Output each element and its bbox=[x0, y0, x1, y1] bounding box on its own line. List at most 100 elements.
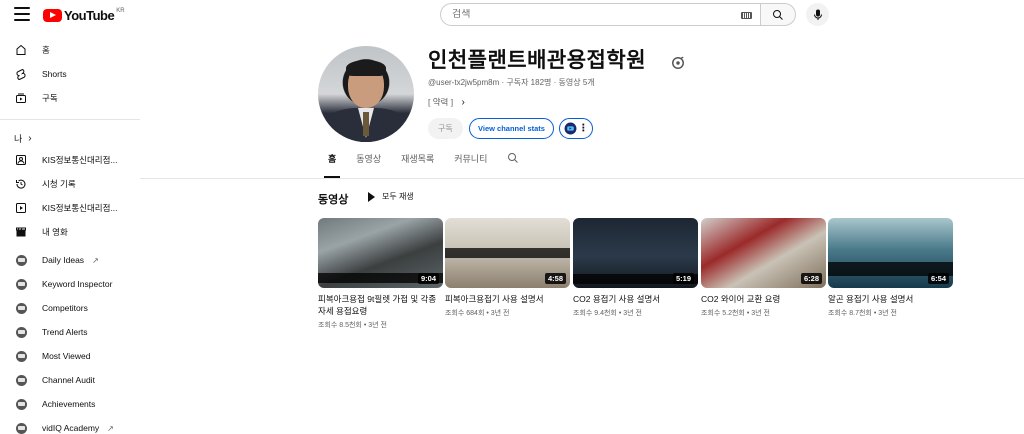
video-icon bbox=[14, 201, 28, 215]
sidebar-item-label: KIS정보통신대리점... bbox=[42, 203, 118, 213]
vidiq-icon bbox=[15, 326, 27, 338]
sidebar-item-your-channel[interactable]: KIS정보통신대리점... bbox=[0, 148, 140, 172]
sidebar-item-label: 구독 bbox=[42, 93, 58, 103]
vidiq-badge-icon[interactable] bbox=[671, 56, 685, 70]
video-meta: 조회수 5.2천회 • 3년 전 bbox=[701, 310, 770, 317]
vidiq-icon bbox=[15, 374, 27, 386]
sidebar-item-achievements[interactable]: Achievements bbox=[0, 392, 140, 416]
external-link-icon: ↗ bbox=[107, 423, 114, 433]
video-card[interactable]: 6:28 CO2 와이어 교환 요령 조회수 5.2천회 • 3년 전 bbox=[701, 218, 826, 318]
vidiq-icon bbox=[15, 350, 27, 362]
sidebar-item-subscriptions[interactable]: 구독 bbox=[0, 86, 140, 110]
vidiq-icon bbox=[564, 122, 577, 135]
vidiq-icon bbox=[15, 278, 27, 290]
sidebar-item-history[interactable]: 시청 기록 bbox=[0, 172, 140, 196]
video-title[interactable]: 피복아크용접기 사용 설명서 bbox=[445, 293, 570, 305]
tabs-divider bbox=[140, 178, 1024, 179]
play-all-button[interactable]: 모두 재생 bbox=[368, 191, 414, 202]
vidiq-more-button[interactable]: ⋮ bbox=[559, 118, 593, 139]
video-card[interactable]: 5:19 CO2 용접기 사용 설명서 조회수 9.4천회 • 3년 전 bbox=[573, 218, 698, 318]
subscriptions-icon bbox=[14, 91, 28, 105]
search-button[interactable] bbox=[760, 3, 796, 26]
view-channel-stats-button[interactable]: View channel stats bbox=[469, 118, 554, 139]
video-card[interactable]: 9:04 피복아크용접 9t필렛 가접 및 각종자세 용접요령 조회수 8.5천… bbox=[318, 218, 443, 330]
video-count: 동영상 5개 bbox=[558, 78, 595, 87]
video-title[interactable]: 알곤 용접기 사용 설명서 bbox=[828, 293, 953, 305]
sidebar-item-label: Daily Ideas bbox=[42, 255, 85, 265]
youtube-logo[interactable]: YouTube KR bbox=[43, 8, 125, 23]
top-bar: YouTube KR bbox=[0, 0, 1024, 30]
tab-home[interactable]: 홈 bbox=[318, 152, 346, 178]
external-link-icon: ↗ bbox=[92, 255, 99, 265]
video-title[interactable]: CO2 와이어 교환 요령 bbox=[701, 293, 826, 305]
tab-community[interactable]: 커뮤니티 bbox=[444, 152, 497, 178]
tab-playlists[interactable]: 재생목록 bbox=[391, 152, 444, 178]
video-thumbnail[interactable]: 4:58 bbox=[445, 218, 570, 288]
about-text: [ 약력 ] bbox=[428, 97, 454, 107]
search-input[interactable] bbox=[452, 9, 722, 20]
sidebar-item-home[interactable]: 홈 bbox=[0, 38, 140, 62]
sidebar-item-your-videos[interactable]: KIS정보통신대리점... bbox=[0, 196, 140, 220]
channel-meta: @user-tx2jw5pm8m · 구독자 182명 · 동영상 5개 bbox=[428, 78, 595, 87]
play-icon bbox=[368, 191, 375, 202]
channel-handle: @user-tx2jw5pm8m bbox=[428, 78, 500, 87]
sidebar-item-label: Achievements bbox=[42, 399, 96, 409]
video-title[interactable]: 피복아크용접 9t필렛 가접 및 각종자세 용접요령 bbox=[318, 293, 443, 317]
sidebar-item-channel-audit[interactable]: Channel Audit bbox=[0, 368, 140, 392]
video-thumbnail[interactable]: 5:19 bbox=[573, 218, 698, 288]
video-card[interactable]: 4:58 피복아크용접기 사용 설명서 조회수 684회 • 3년 전 bbox=[445, 218, 570, 318]
sidebar-item-shorts[interactable]: Shorts bbox=[0, 62, 140, 86]
sidebar-item-vidiq-academy[interactable]: vidIQ Academy ↗ bbox=[0, 416, 140, 434]
sidebar-item-label: Most Viewed bbox=[42, 351, 91, 361]
video-duration: 6:28 bbox=[800, 273, 822, 284]
video-meta: 조회수 684회 • 3년 전 bbox=[445, 310, 510, 317]
sidebar-divider bbox=[0, 119, 140, 120]
keyboard-icon[interactable] bbox=[741, 12, 752, 19]
channel-about[interactable]: [ 약력 ] › bbox=[428, 96, 465, 108]
sidebar-item-label: Shorts bbox=[42, 69, 67, 79]
channel-search-icon[interactable] bbox=[507, 152, 519, 164]
sidebar-item-label: 시청 기록 bbox=[42, 179, 76, 189]
channel-tabs: 홈 동영상 재생목록 커뮤니티 bbox=[318, 152, 519, 178]
channel-title: 인천플랜트배관용접학원 bbox=[428, 49, 647, 72]
vidiq-icon bbox=[15, 422, 27, 434]
sidebar-section-you[interactable]: 나 › bbox=[0, 128, 140, 148]
video-thumbnail[interactable]: 6:28 bbox=[701, 218, 826, 288]
sidebar-item-keyword-inspector[interactable]: Keyword Inspector bbox=[0, 272, 140, 296]
video-meta: 조회수 9.4천회 • 3년 전 bbox=[573, 310, 642, 317]
subscriber-count: 구독자 182명 bbox=[506, 78, 552, 87]
sidebar-item-most-viewed[interactable]: Most Viewed bbox=[0, 344, 140, 368]
search-icon bbox=[773, 9, 783, 20]
sidebar-item-label: Competitors bbox=[42, 303, 88, 313]
sidebar-item-daily-ideas[interactable]: Daily Ideas ↗ bbox=[0, 248, 140, 272]
video-card[interactable]: 6:54 알곤 용접기 사용 설명서 조회수 8.7천회 • 3년 전 bbox=[828, 218, 953, 318]
video-title[interactable]: CO2 용접기 사용 설명서 bbox=[573, 293, 698, 305]
video-meta: 조회수 8.7천회 • 3년 전 bbox=[828, 310, 897, 317]
sidebar-item-competitors[interactable]: Competitors bbox=[0, 296, 140, 320]
sidebar-item-label: vidIQ Academy bbox=[42, 423, 100, 433]
sidebar-item-movies[interactable]: 내 영화 bbox=[0, 220, 140, 244]
tab-videos[interactable]: 동영상 bbox=[346, 152, 391, 178]
video-thumbnail[interactable]: 6:54 bbox=[828, 218, 953, 288]
shorts-icon bbox=[14, 67, 28, 81]
chevron-right-icon: › bbox=[461, 97, 465, 108]
video-duration: 6:54 bbox=[927, 273, 949, 284]
section-label: 나 bbox=[14, 133, 23, 144]
logo-region: KR bbox=[116, 7, 125, 14]
vidiq-icon bbox=[15, 398, 27, 410]
subscribe-button[interactable]: 구독 bbox=[428, 118, 463, 139]
video-meta: 조회수 8.5천회 • 3년 전 bbox=[318, 322, 387, 329]
search-box[interactable] bbox=[440, 3, 760, 26]
voice-search-button[interactable] bbox=[806, 3, 829, 26]
video-thumbnail[interactable]: 9:04 bbox=[318, 218, 443, 288]
channel-icon bbox=[14, 153, 28, 167]
logo-text: YouTube bbox=[64, 8, 115, 23]
vidiq-icon bbox=[15, 254, 27, 266]
menu-icon[interactable] bbox=[14, 7, 30, 21]
section-title[interactable]: 동영상 bbox=[318, 191, 348, 207]
search-bar bbox=[440, 3, 829, 26]
channel-avatar[interactable] bbox=[318, 46, 414, 142]
video-duration: 5:19 bbox=[672, 273, 694, 284]
more-vert-icon: ⋮ bbox=[578, 122, 589, 134]
sidebar-item-trend-alerts[interactable]: Trend Alerts bbox=[0, 320, 140, 344]
